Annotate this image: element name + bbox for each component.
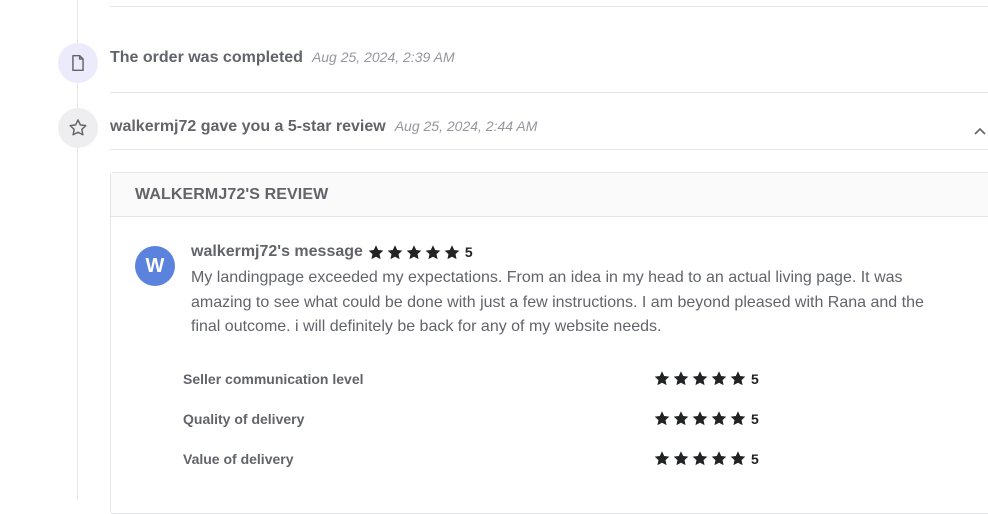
star-rating <box>653 450 748 467</box>
chevron-up-icon[interactable] <box>973 124 987 138</box>
star-filled-icon <box>673 371 689 386</box>
star-filled-icon <box>673 411 689 426</box>
star-filled-icon <box>654 451 670 466</box>
star-filled-icon <box>406 244 422 259</box>
event-date: Aug 25, 2024, 2:39 AM <box>311 49 455 65</box>
divider <box>110 92 988 93</box>
rating-score: 5 <box>751 450 759 467</box>
star-filled-icon <box>730 411 746 426</box>
star-filled-icon <box>730 451 746 466</box>
event-date: Aug 25, 2024, 2:44 AM <box>394 118 538 134</box>
star-filled-icon <box>711 451 727 466</box>
review-panel: WALKERMJ72'S REVIEW W walkermj72's messa… <box>110 172 988 514</box>
star-filled-icon <box>692 451 708 466</box>
rating-score: 5 <box>751 370 759 387</box>
review-message: My landingpage exceeded my expectations.… <box>191 269 924 335</box>
overall-star-rating <box>367 244 462 261</box>
document-icon <box>72 54 84 72</box>
rating-label: Quality of delivery <box>183 411 305 427</box>
star-filled-icon <box>692 411 708 426</box>
star-filled-icon <box>711 371 727 386</box>
divider <box>110 149 988 150</box>
avatar[interactable]: W <box>135 246 175 286</box>
star-filled-icon <box>654 371 670 386</box>
rating-label: Seller communication level <box>183 371 364 387</box>
rating-stars: 5 <box>653 410 759 427</box>
rating-row-quality: Quality of delivery 5 <box>183 410 783 430</box>
order-completed-event-icon <box>58 43 98 83</box>
star-filled-icon <box>387 244 403 259</box>
review-event-icon <box>58 108 98 148</box>
message-header: walkermj72's message 5 <box>191 243 473 261</box>
event-text: The order was completed <box>110 49 303 66</box>
rating-score: 5 <box>751 410 759 427</box>
rating-row-communication: Seller communication level 5 <box>183 370 783 390</box>
order-completed-event: The order was completed Aug 25, 2024, 2:… <box>110 49 455 67</box>
star-filled-icon <box>673 451 689 466</box>
star-rating <box>653 370 748 387</box>
star-filled-icon <box>711 411 727 426</box>
rating-label: Value of delivery <box>183 451 294 467</box>
star-filled-icon <box>654 411 670 426</box>
rating-row-value: Value of delivery 5 <box>183 450 783 470</box>
star-filled-icon <box>444 244 460 259</box>
review-header: WALKERMJ72'S REVIEW <box>111 173 988 217</box>
overall-score: 5 <box>464 244 473 260</box>
divider <box>110 6 988 7</box>
event-text: walkermj72 gave you a 5-star review <box>110 118 386 135</box>
star-filled-icon <box>730 371 746 386</box>
rating-stars: 5 <box>653 370 759 387</box>
review-event[interactable]: walkermj72 gave you a 5-star review Aug … <box>110 118 537 136</box>
star-outline-icon <box>69 119 87 136</box>
rating-stars: 5 <box>653 450 759 467</box>
star-filled-icon <box>425 244 441 259</box>
message-title: walkermj72's message <box>191 243 363 260</box>
star-filled-icon <box>692 371 708 386</box>
star-rating <box>653 410 748 427</box>
star-filled-icon <box>368 244 384 259</box>
